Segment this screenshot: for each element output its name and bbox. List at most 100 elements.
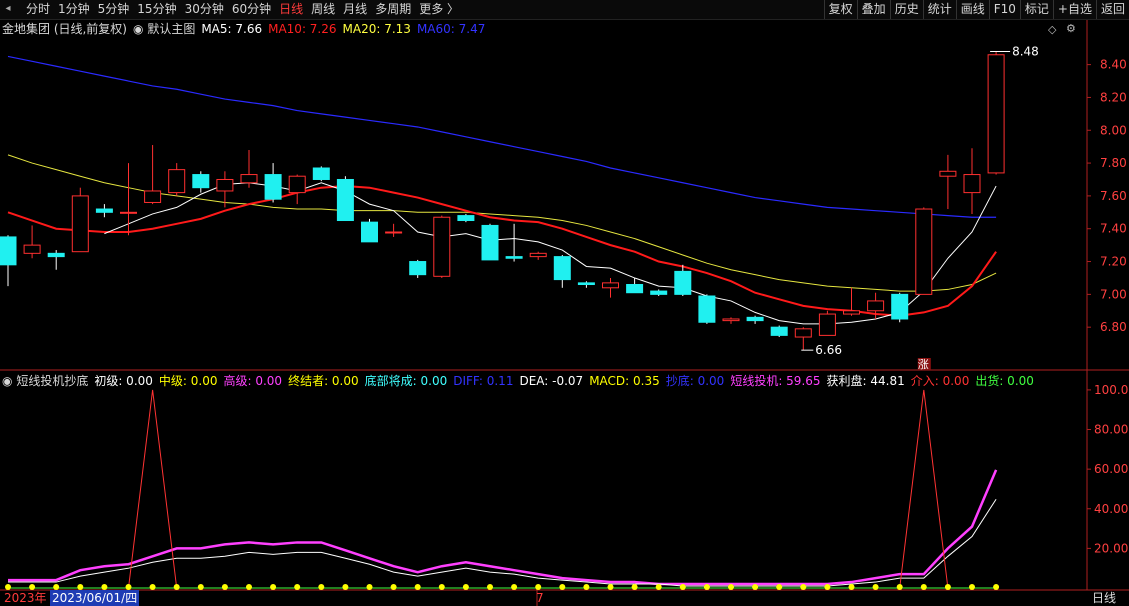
- candle-body-down: [650, 290, 668, 295]
- zero-dot: [366, 584, 373, 590]
- candle-body-up: [602, 282, 619, 289]
- zero-dot: [149, 584, 156, 590]
- series-line-2: [8, 389, 997, 589]
- candle-body-down: [312, 167, 330, 180]
- candle-body-up: [120, 211, 137, 214]
- zero-dot: [342, 584, 349, 590]
- zero-dot: [246, 584, 252, 590]
- main-ytick-label: 8.00: [1100, 123, 1127, 137]
- zero-dot: [462, 584, 469, 590]
- zero-dot: [920, 584, 927, 590]
- zero-dot: [221, 584, 228, 590]
- zero-dot: [776, 584, 783, 590]
- ind-ytick-label: 40.00: [1094, 502, 1128, 516]
- zero-dot: [583, 584, 590, 590]
- candle-body-down: [746, 316, 764, 322]
- zero-dot: [944, 584, 951, 590]
- zero-dot: [752, 584, 759, 590]
- zero-dot: [631, 584, 638, 590]
- candle-body-down: [361, 221, 378, 243]
- zero-dot: [728, 584, 734, 590]
- candle-body-down: [336, 178, 354, 222]
- candle-body-down: [505, 256, 523, 259]
- month-label: 7: [536, 591, 544, 605]
- main-ytick-label: 8.20: [1100, 90, 1127, 104]
- ma20-line: [7, 154, 997, 292]
- candle-body-up: [794, 328, 812, 338]
- mark-badge-label: 涨: [918, 358, 929, 371]
- candle-body-up: [529, 252, 547, 258]
- candle-body-down: [264, 174, 282, 200]
- main-ytick-label: 7.00: [1100, 287, 1127, 301]
- candle-body-down: [553, 256, 571, 281]
- kline-chart[interactable]: 8.40 8.20 8.00 7.80 7.60 7.40 7.20 7.00 6.80 100.…: [0, 0, 1129, 606]
- candle-body-down: [95, 208, 113, 213]
- cursor-date-label: 2023/06/01/四: [50, 590, 140, 606]
- candle-body-up: [722, 318, 740, 322]
- ma10-line: [7, 185, 997, 317]
- zero-dot: [824, 584, 831, 590]
- candle-body-up: [23, 244, 41, 254]
- candle-body-up: [915, 208, 933, 295]
- candle-body-up: [288, 175, 306, 194]
- candle-body-up: [168, 169, 186, 194]
- candle-body-down: [481, 224, 499, 261]
- candle-body-down: [626, 284, 644, 294]
- candle-body-up: [939, 170, 957, 177]
- zero-dot: [270, 584, 277, 590]
- candle-body-up: [385, 231, 403, 234]
- ind-ytick-label: 80.00: [1094, 423, 1128, 437]
- year-label: 2023年: [4, 591, 47, 605]
- candle-body-down: [47, 252, 65, 258]
- candle-body-up: [818, 313, 836, 336]
- main-ytick-label: 7.80: [1100, 156, 1127, 170]
- zero-dot: [559, 584, 566, 590]
- zero-dot: [896, 584, 903, 590]
- candle-body-up: [867, 300, 885, 312]
- zero-dot: [993, 584, 1000, 590]
- zero-dot: [607, 584, 614, 590]
- zero-dot: [848, 584, 855, 590]
- candle-body-up: [843, 310, 860, 315]
- main-ytick-label: 6.80: [1100, 320, 1127, 334]
- main-ytick-label: 8.40: [1100, 58, 1127, 72]
- candle-body-up: [144, 190, 162, 203]
- high-label: 8.48: [1012, 44, 1039, 58]
- candle-body-down: [770, 326, 788, 336]
- candle-body-up: [987, 54, 1005, 174]
- main-ytick-label: 7.40: [1100, 222, 1127, 236]
- ma5-line: [104, 182, 997, 325]
- zero-dot: [438, 584, 445, 590]
- zero-dot: [679, 584, 686, 590]
- candle-body-up: [963, 174, 981, 194]
- ind-ytick-label: 20.00: [1094, 541, 1128, 555]
- candle-body-down: [0, 236, 17, 266]
- candle-body-down: [457, 215, 475, 222]
- zero-dot: [197, 584, 204, 590]
- candle-body-up: [71, 195, 89, 253]
- zero-dot: [318, 584, 325, 590]
- zero-dot: [414, 584, 421, 590]
- candle-body-up: [433, 216, 451, 277]
- candle-body-down: [192, 174, 210, 189]
- candle-body-down: [409, 261, 427, 276]
- candle-body-down: [674, 270, 692, 295]
- candle-body-up: [216, 178, 234, 192]
- candle-body-up: [240, 174, 258, 184]
- series-line-0: [8, 469, 998, 586]
- ind-ytick-label: 100.0: [1094, 383, 1128, 397]
- candle-body-down: [698, 295, 716, 323]
- zero-dot: [511, 584, 518, 590]
- zero-dot: [872, 584, 879, 590]
- main-ytick-label: 7.60: [1100, 189, 1127, 203]
- zero-dot: [655, 584, 662, 590]
- period-label: 日线: [1092, 591, 1117, 605]
- ind-ytick-label: 60.00: [1094, 462, 1128, 476]
- zero-dot: [969, 584, 975, 590]
- zero-dot: [800, 584, 807, 590]
- zero-dot: [703, 584, 710, 590]
- low-label: 6.66: [815, 343, 842, 357]
- candle-body-down: [891, 293, 909, 320]
- series-line-1: [8, 498, 997, 587]
- zero-dot: [487, 584, 493, 590]
